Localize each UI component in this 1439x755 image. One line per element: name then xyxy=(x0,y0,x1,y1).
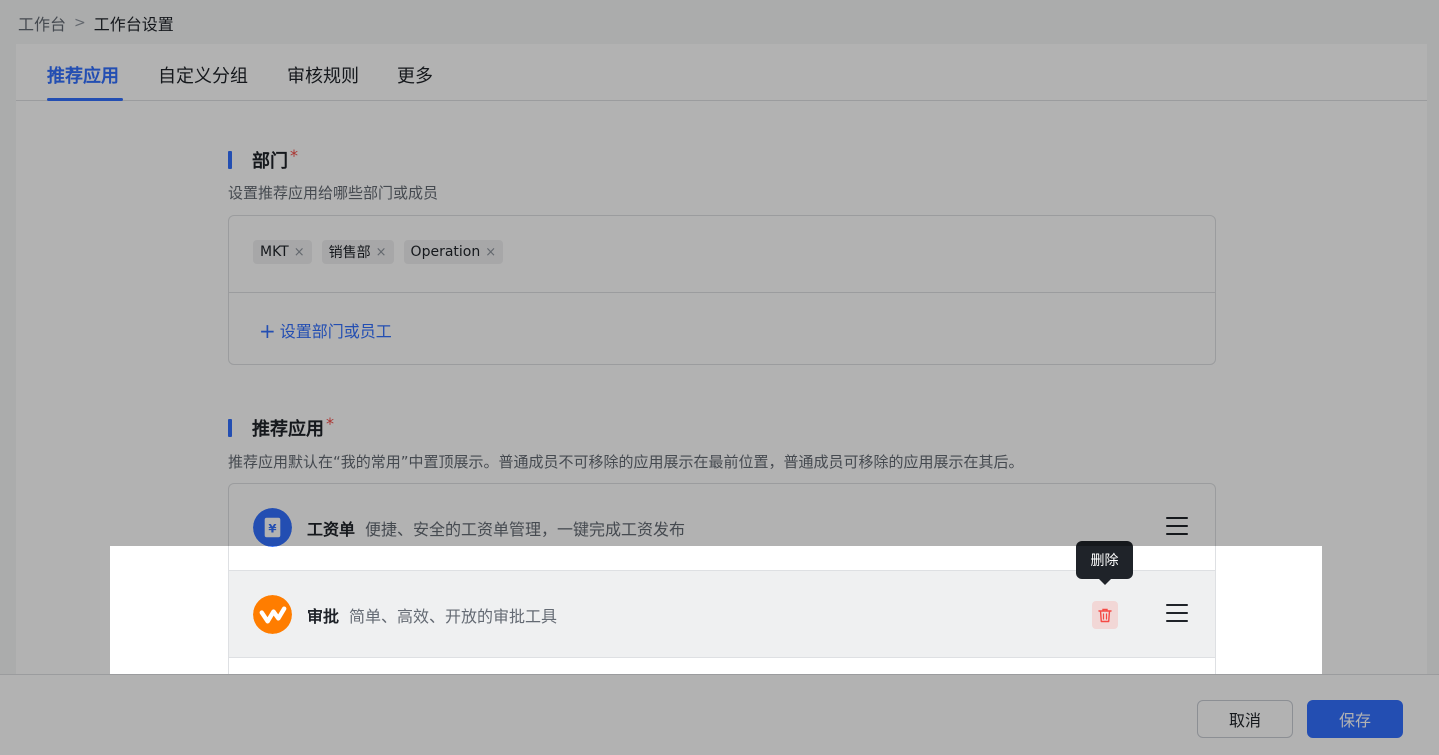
divider xyxy=(229,292,1215,293)
tag-label: Operation xyxy=(410,244,481,260)
approval-icon xyxy=(253,595,292,634)
trash-icon xyxy=(1098,608,1112,622)
save-button[interactable]: 保存 xyxy=(1307,700,1403,738)
recommended-section-title: 推荐应用 * xyxy=(252,414,334,441)
app-name: 审批 简单、高效、开放的审批工具 xyxy=(307,603,557,627)
cancel-button[interactable]: 取消 xyxy=(1197,700,1293,738)
tab-custom-groups[interactable]: 自定义分组 xyxy=(158,62,248,88)
plus-icon: + xyxy=(259,319,276,343)
settings-card: 推荐应用 自定义分组 审核规则 更多 部门 * 设置推荐应用给哪些部门或成员 MK… xyxy=(16,44,1427,674)
breadcrumb: 工作台 > 工作台设置 xyxy=(18,12,174,34)
breadcrumb-separator-icon: > xyxy=(74,15,86,31)
app-name: 工资单 便捷、安全的工资单管理，一键完成工资发布 xyxy=(307,516,685,540)
drag-handle-icon[interactable] xyxy=(1166,604,1190,624)
footer-bar: 取消 保存 xyxy=(0,674,1439,755)
recommended-app-list: ¥ 工资单 便捷、安全的工资单管理，一键完成工资发布 审批 简单、高效、开放的审批工… xyxy=(228,483,1216,674)
department-selector: MKT × 销售部 × Operation × + 设置部门或员工 xyxy=(228,215,1216,365)
app-description: 便捷、安全的工资单管理，一键完成工资发布 xyxy=(365,520,686,539)
recommended-description: 推荐应用默认在“我的常用”中置顶展示。普通成员不可移除的应用展示在最前位置，普通… xyxy=(228,453,1024,471)
add-department-link[interactable]: + 设置部门或员工 xyxy=(259,318,392,343)
tag-close-icon[interactable]: × xyxy=(376,245,387,260)
department-tag: Operation × xyxy=(403,240,504,264)
app-description: 简单、高效、开放的审批工具 xyxy=(349,607,558,626)
add-department-label: 设置部门或员工 xyxy=(279,322,392,341)
department-tag: 销售部 × xyxy=(321,240,394,264)
section-marker xyxy=(228,419,232,437)
delete-button[interactable] xyxy=(1092,601,1118,629)
tag-close-icon[interactable]: × xyxy=(485,245,496,260)
workbench-settings-page: 工作台 > 工作台设置 推荐应用 自定义分组 审核规则 更多 部门 * 设置推荐应… xyxy=(0,0,1439,755)
tab-recommended-apps[interactable]: 推荐应用 xyxy=(47,62,119,88)
required-mark: * xyxy=(326,414,334,433)
tab-review-rules[interactable]: 审核规则 xyxy=(287,62,359,88)
drag-handle-icon[interactable] xyxy=(1166,517,1190,537)
tab-more[interactable]: 更多 xyxy=(397,62,433,88)
tag-label: MKT xyxy=(260,244,289,260)
recommended-title-text: 推荐应用 xyxy=(252,419,324,440)
app-row-payroll[interactable]: ¥ 工资单 便捷、安全的工资单管理，一键完成工资发布 xyxy=(229,484,1215,571)
required-mark: * xyxy=(290,146,298,165)
tab-bar: 推荐应用 自定义分组 审核规则 更多 xyxy=(16,44,1427,101)
app-name-text: 审批 xyxy=(307,607,340,626)
payroll-icon: ¥ xyxy=(253,508,292,547)
department-description: 设置推荐应用给哪些部门或成员 xyxy=(228,184,439,202)
department-tag: MKT × xyxy=(253,240,312,264)
breadcrumb-current: 工作台设置 xyxy=(93,15,174,34)
tag-close-icon[interactable]: × xyxy=(294,245,305,260)
breadcrumb-root[interactable]: 工作台 xyxy=(18,11,66,35)
section-marker xyxy=(228,151,232,169)
department-section-title: 部门 * xyxy=(252,146,298,173)
tag-label: 销售部 xyxy=(328,245,371,261)
svg-text:¥: ¥ xyxy=(268,521,276,535)
department-title-text: 部门 xyxy=(252,151,288,172)
app-row-approval[interactable]: 审批 简单、高效、开放的审批工具 xyxy=(229,571,1215,658)
active-tab-indicator xyxy=(47,98,123,101)
app-name-text: 工资单 xyxy=(307,520,356,539)
delete-tooltip: 删除 xyxy=(1076,541,1133,585)
department-tags: MKT × 销售部 × Operation × xyxy=(253,240,504,264)
app-row-empty xyxy=(229,658,1215,674)
